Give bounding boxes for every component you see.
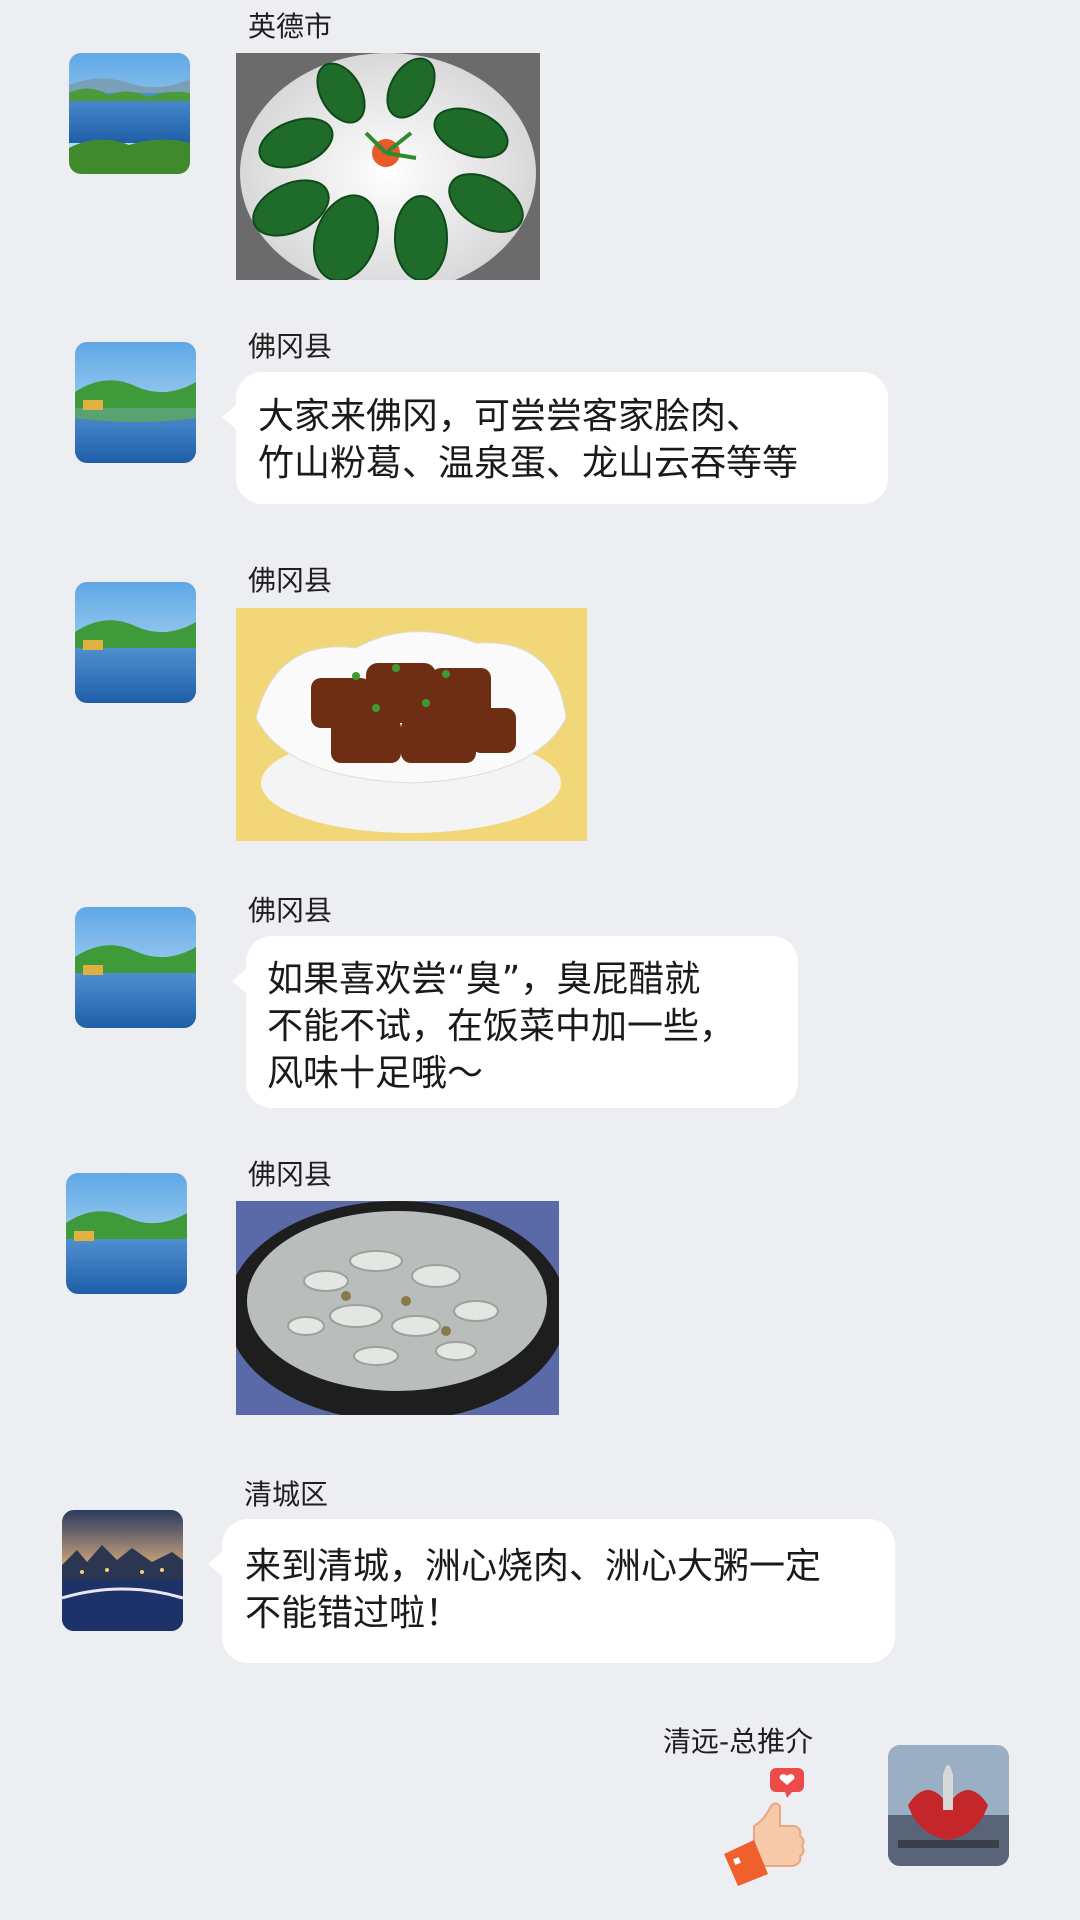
message-text-line: 来到清城，洲心烧肉、洲心大粥一定 xyxy=(245,1546,822,1587)
sender-name: 清城区 xyxy=(244,1478,329,1511)
landscape-avatar[interactable] xyxy=(75,907,196,1028)
sender-name: 佛冈县 xyxy=(248,330,333,363)
landscape-avatar[interactable] xyxy=(75,342,196,463)
message-text-line: 大家来佛冈，可尝尝客家脍肉、 xyxy=(258,396,763,437)
message-bubble[interactable]: 大家来佛冈，可尝尝客家脍肉、 竹山粉葛、温泉蛋、龙山云吞等等 xyxy=(222,372,888,504)
message-text-line: 不能不试，在饭菜中加一些， xyxy=(267,1006,736,1047)
city-night-avatar[interactable] xyxy=(62,1510,183,1631)
sender-name: 英德市 xyxy=(248,10,333,43)
pork-soup-photo[interactable] xyxy=(236,1201,559,1415)
message-text-line: 风味十足哦～ xyxy=(267,1053,484,1094)
message-text-line: 不能错过啦！ xyxy=(245,1593,462,1634)
message-text-line: 竹山粉葛、温泉蛋、龙山云吞等等 xyxy=(258,443,799,484)
thumbs-up-heart-icon[interactable] xyxy=(720,1762,824,1888)
self-sender-name: 清远-总推介 xyxy=(663,1725,814,1758)
sender-name: 佛冈县 xyxy=(248,1158,333,1191)
landscape-avatar[interactable] xyxy=(69,53,190,174)
red-lotus-sculpture-avatar[interactable] xyxy=(888,1745,1009,1866)
message-text-line: 如果喜欢尝“臭”，臭屁醋就 xyxy=(267,959,701,1000)
zongzi-leaf-rolls-photo[interactable] xyxy=(236,53,540,280)
message-bubble[interactable]: 来到清城，洲心烧肉、洲心大粥一定 不能错过啦！ xyxy=(208,1519,895,1663)
sender-name: 佛冈县 xyxy=(248,894,333,927)
landscape-avatar[interactable] xyxy=(66,1173,187,1294)
braised-pork-photo[interactable] xyxy=(236,608,587,841)
sender-name: 佛冈县 xyxy=(248,564,333,597)
message-bubble[interactable]: 如果喜欢尝“臭”，臭屁醋就 不能不试，在饭菜中加一些， 风味十足哦～ xyxy=(232,936,798,1108)
landscape-avatar[interactable] xyxy=(75,582,196,703)
